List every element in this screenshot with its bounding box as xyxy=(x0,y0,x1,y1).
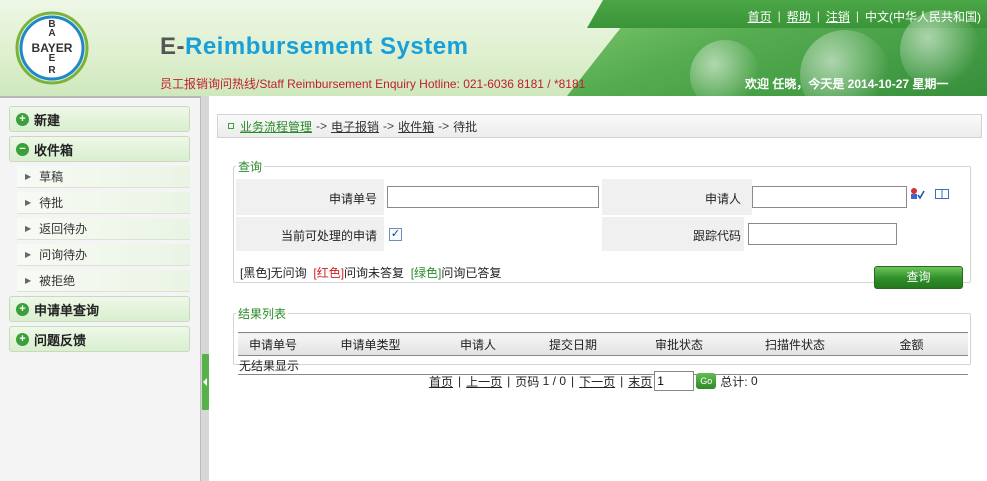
page-number-input[interactable] xyxy=(654,371,695,391)
total-count: 0 xyxy=(750,374,758,388)
query-panel: 查询 申请单号 申请人 当前可处理的申请 ✓ 跟踪代码 [黑色]无问询 [红色]… xyxy=(233,158,971,289)
results-panel: 结果列表 申请单号 申请单类型 申请人 提交日期 审批状态 扫描件状态 金额 无… xyxy=(233,305,971,375)
plus-icon: + xyxy=(16,302,29,316)
table-header-row: 申请单号 申请单类型 申请人 提交日期 审批状态 扫描件状态 金额 xyxy=(238,332,968,356)
sidebar-group-inbox[interactable]: − 收件箱 xyxy=(9,136,190,162)
main-content: 业务流程管理 -> 电子报销 -> 收件箱 -> 待批 查询 申请单号 申请人 … xyxy=(209,96,987,481)
sidebar-group-new[interactable]: + 新建 xyxy=(9,106,190,132)
bayer-logo[interactable]: BAYER BAER xyxy=(14,10,90,86)
results-legend: 结果列表 xyxy=(238,307,287,321)
current-label: 当前可处理的申请 xyxy=(280,229,377,243)
sidebar-splitter[interactable] xyxy=(200,96,209,481)
sidebar-group-label: 收件箱 xyxy=(34,142,74,158)
applicant-label: 申请人 xyxy=(704,192,741,206)
column-header[interactable]: 审批状态 xyxy=(623,332,735,356)
svg-text:R: R xyxy=(48,65,56,76)
app-no-input[interactable] xyxy=(387,186,599,208)
breadcrumb-link-inbox[interactable]: 收件箱 xyxy=(398,118,434,135)
first-page-link[interactable]: 首页 xyxy=(429,373,453,390)
svg-text:E: E xyxy=(49,53,56,64)
select-user-icon[interactable] xyxy=(909,187,925,201)
prev-page-link[interactable]: 上一页 xyxy=(466,373,502,390)
header: BAYER BAER E-Reimbursement System 员工报销询问… xyxy=(0,0,987,96)
system-title: E-Reimbursement System xyxy=(160,33,468,61)
app-no-label: 申请单号 xyxy=(328,192,377,206)
next-page-link[interactable]: 下一页 xyxy=(579,373,615,390)
total-label: 总计: xyxy=(720,374,748,389)
plus-icon: + xyxy=(16,332,29,346)
sidebar-group-label: 问题反馈 xyxy=(34,332,87,348)
tracking-label: 跟踪代码 xyxy=(692,229,741,243)
applicant-input[interactable] xyxy=(752,186,907,208)
nav-logout-link[interactable]: 注销 xyxy=(820,8,856,25)
title-prefix: E- xyxy=(160,33,185,60)
title-rest: Reimbursement System xyxy=(185,33,469,60)
tracking-input[interactable] xyxy=(748,223,897,245)
page-info: 1 / 0 xyxy=(542,374,566,388)
sidebar-item-label: 草稿 xyxy=(39,170,64,184)
breadcrumb-link-ereimb[interactable]: 电子报销 xyxy=(331,118,379,135)
column-header[interactable]: 申请人 xyxy=(433,332,523,356)
triangle-right-icon: ▶ xyxy=(25,276,32,285)
color-legend: [黑色]无问询 [红色]问询未答复 [绿色]问询已答复 xyxy=(240,266,502,280)
sidebar-item-returned[interactable]: ▶ 返回待办 xyxy=(17,218,190,240)
triangle-right-icon: ▶ xyxy=(25,250,32,259)
address-book-icon[interactable] xyxy=(934,187,950,201)
nav-home-link[interactable]: 首页 xyxy=(734,8,778,25)
go-button[interactable]: Go xyxy=(696,373,717,389)
collapse-arrow-icon[interactable] xyxy=(202,354,209,410)
breadcrumb-link-bpm[interactable]: 业务流程管理 xyxy=(240,118,312,135)
last-page-link[interactable]: 末页 xyxy=(628,373,652,390)
minus-icon: − xyxy=(16,142,29,156)
column-header[interactable]: 金额 xyxy=(855,332,968,356)
sidebar-item-draft[interactable]: ▶ 草稿 xyxy=(17,166,190,188)
pagination: 首页| 上一页| 页码 1 / 0| 下一页| 末页 Go 总计: 0 xyxy=(429,371,758,391)
square-icon xyxy=(228,123,234,129)
language-select[interactable]: 中文(中华人民共和国) xyxy=(859,8,987,25)
triangle-right-icon: ▶ xyxy=(25,198,32,207)
sidebar: + 新建 − 收件箱 ▶ 草稿 ▶ 待批 ▶ 返回待办 ▶ 问询待办 ▶ 被拒绝 + 申请单查询… xyxy=(0,96,200,481)
query-legend: 查询 xyxy=(238,160,263,174)
results-table: 申请单号 申请单类型 申请人 提交日期 审批状态 扫描件状态 金额 无结果显示 xyxy=(238,332,968,375)
column-header[interactable]: 扫描件状态 xyxy=(735,332,855,356)
triangle-right-icon: ▶ xyxy=(25,172,32,181)
sidebar-item-label: 被拒绝 xyxy=(39,274,76,288)
sidebar-item-label: 问询待办 xyxy=(39,248,88,262)
sidebar-item-rejected[interactable]: ▶ 被拒绝 xyxy=(17,270,190,292)
sidebar-item-label: 返回待办 xyxy=(39,222,88,236)
query-button[interactable]: 查询 xyxy=(874,266,963,289)
plus-icon: + xyxy=(16,112,29,126)
svg-text:A: A xyxy=(48,28,55,39)
sidebar-item-pending[interactable]: ▶ 待批 xyxy=(17,192,190,214)
hotline-text: 员工报销询问热线/Staff Reimbursement Enquiry Hot… xyxy=(160,77,586,91)
sidebar-group-label: 申请单查询 xyxy=(34,302,100,318)
triangle-right-icon: ▶ xyxy=(25,224,32,233)
welcome-text: 欢迎 任晓，今天是 2014-10-27 星期一 xyxy=(745,77,949,91)
sidebar-item-label: 待批 xyxy=(39,196,64,210)
sidebar-item-inquiry[interactable]: ▶ 问询待办 xyxy=(17,244,190,266)
nav-help-link[interactable]: 帮助 xyxy=(781,8,817,25)
page-label: 页码 xyxy=(515,374,540,389)
sidebar-group-search[interactable]: + 申请单查询 xyxy=(9,296,190,322)
sidebar-group-label: 新建 xyxy=(34,112,61,128)
column-header[interactable]: 申请单类型 xyxy=(308,332,433,356)
column-header[interactable]: 申请单号 xyxy=(238,332,308,356)
column-header[interactable]: 提交日期 xyxy=(523,332,623,356)
breadcrumb-current: 待批 xyxy=(453,119,478,134)
sidebar-group-feedback[interactable]: + 问题反馈 xyxy=(9,326,190,352)
current-checkbox[interactable]: ✓ xyxy=(389,228,402,241)
top-navigation: 首页 | 帮助 | 注销 | 中文(中华人民共和国) xyxy=(734,8,987,24)
breadcrumb: 业务流程管理 -> 电子报销 -> 收件箱 -> 待批 xyxy=(217,114,982,138)
